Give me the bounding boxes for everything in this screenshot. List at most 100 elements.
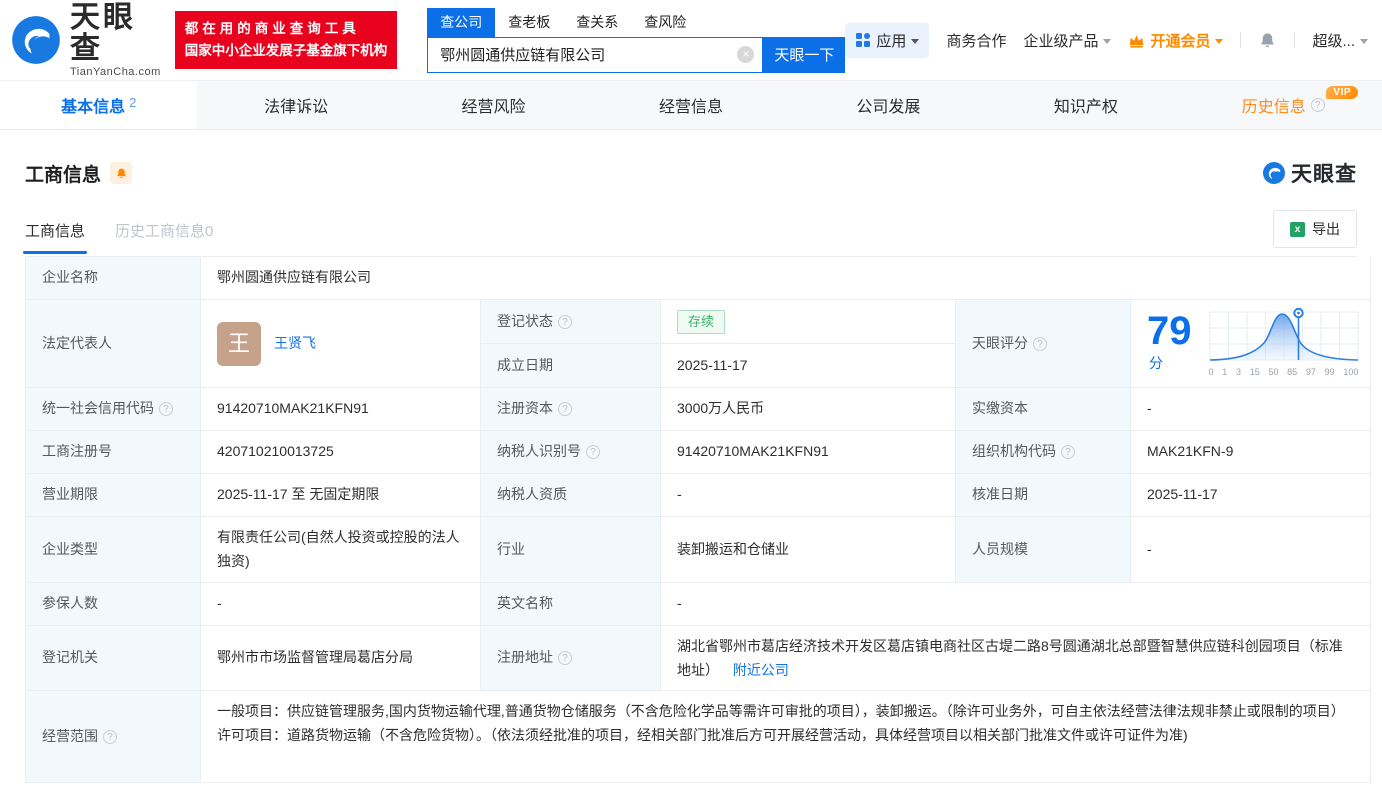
search-tab-risk[interactable]: 查风险 [631, 8, 699, 37]
label-text: 天眼评分 [972, 332, 1028, 356]
field-value-company-type: 有限责任公司(自然人投资或控股的法人独资) [201, 517, 481, 583]
export-button[interactable]: 导出 [1273, 210, 1357, 248]
export-label: 导出 [1312, 219, 1340, 239]
help-icon[interactable] [103, 730, 117, 744]
tick-label: 99 [1325, 365, 1335, 380]
vip-badge: VIP [1326, 86, 1358, 99]
field-label-staff-size: 人员规模 [956, 517, 1131, 583]
tab-history-info[interactable]: VIP 历史信息 [1185, 81, 1382, 129]
field-value-legal-rep: 王 王贤飞 [201, 300, 481, 388]
score-curve [1208, 306, 1360, 364]
notification-bell[interactable] [1258, 31, 1277, 50]
chevron-down-icon [911, 39, 919, 44]
legal-rep-link[interactable]: 王贤飞 [274, 332, 316, 356]
label-text: 登记状态 [497, 310, 553, 334]
help-icon[interactable] [558, 402, 572, 416]
field-label-establish-date: 成立日期 [481, 344, 661, 388]
business-info-table: 企业名称 鄂州圆通供应链有限公司 法定代表人 王 王贤飞 登记状态 存续 天眼评… [25, 256, 1357, 783]
nav-enterprise-label: 企业级产品 [1023, 30, 1098, 51]
help-icon[interactable] [558, 651, 572, 665]
search-tab-boss[interactable]: 查老板 [495, 8, 563, 37]
tick-label: 3 [1236, 365, 1241, 380]
field-value-english-name: - [661, 583, 1371, 626]
tab-label: 经营信息 [659, 93, 723, 117]
field-value-establish-date: 2025-11-17 [661, 344, 956, 388]
status-badge: 存续 [677, 310, 725, 334]
nav-apps[interactable]: 应用 [845, 23, 929, 58]
field-value-industry: 装卸搬运和仓储业 [661, 517, 956, 583]
nav-super-vip[interactable]: 超级... [1312, 30, 1368, 51]
monitor-bell-button[interactable] [110, 162, 132, 184]
nav-enterprise-product[interactable]: 企业级产品 [1023, 30, 1111, 51]
tab-operation-risk[interactable]: 经营风险 [395, 81, 592, 129]
tick-label: 85 [1287, 365, 1297, 380]
tab-legal-lawsuits[interactable]: 法律诉讼 [197, 81, 394, 129]
company-page-tabs: 基本信息 2 法律诉讼 经营风险 经营信息 公司发展 知识产权 VIP 历史信息 [0, 80, 1382, 130]
label-text: 经营范围 [42, 725, 98, 749]
tab-label: 经营风险 [462, 93, 526, 117]
section-title: 工商信息 [25, 160, 101, 187]
tab-operation-info[interactable]: 经营信息 [592, 81, 789, 129]
search-input[interactable] [440, 46, 737, 63]
nav-business-coop[interactable]: 商务合作 [946, 30, 1006, 51]
help-icon[interactable] [558, 315, 572, 329]
help-icon[interactable] [1311, 98, 1325, 112]
tab-basic-info[interactable]: 基本信息 2 [0, 81, 197, 129]
help-icon[interactable] [1033, 337, 1047, 351]
score-number: 79分 [1147, 311, 1192, 376]
chevron-down-icon [1215, 39, 1223, 44]
divider [1294, 32, 1295, 48]
field-label-insured: 参保人数 [26, 583, 201, 626]
field-label-reg-capital: 注册资本 [481, 388, 661, 431]
field-label-taxpayer-id: 纳税人识别号 [481, 431, 661, 474]
top-header: 天眼查 TianYanCha.com 都在用的商业查询工具 国家中小企业发展子基… [0, 0, 1382, 80]
legal-rep-avatar[interactable]: 王 [217, 322, 261, 366]
tab-label: 法律诉讼 [264, 93, 328, 117]
tab-intellectual-property[interactable]: 知识产权 [987, 81, 1184, 129]
label-text: 纳税人识别号 [497, 440, 581, 464]
bell-icon [115, 167, 128, 180]
field-label-legal-rep: 法定代表人 [26, 300, 201, 388]
help-icon[interactable] [586, 445, 600, 459]
tick-label: 1 [1222, 365, 1227, 380]
search-button[interactable]: 天眼一下 [763, 37, 845, 73]
score-chart-ticks: 0131550859799100 [1208, 365, 1360, 380]
field-label-score: 天眼评分 [956, 300, 1131, 388]
chevron-down-icon [1103, 39, 1111, 44]
clear-search-icon[interactable] [737, 46, 754, 63]
promo-line-1: 都在用的商业查询工具 [185, 18, 388, 40]
nav-open-vip[interactable]: 开通会员 [1128, 30, 1223, 51]
logo-swirl-icon [10, 14, 62, 66]
tianyancha-logo[interactable]: 天眼查 TianYanCha.com [10, 2, 161, 79]
field-label-business-scope: 经营范围 [26, 691, 201, 783]
nav-vip-label: 开通会员 [1150, 30, 1210, 51]
nearby-companies-link[interactable]: 附近公司 [733, 662, 789, 678]
divider [1240, 32, 1241, 48]
field-label-taxpayer-quality: 纳税人资质 [481, 474, 661, 517]
field-value-business-scope: 一般项目：供应链管理服务,国内货物运输代理,普通货物仓储服务（不含危险化学品等需… [201, 691, 1371, 783]
apps-grid-icon [855, 32, 871, 48]
tab-company-development[interactable]: 公司发展 [790, 81, 987, 129]
subtab-business-info[interactable]: 工商信息 [25, 220, 85, 254]
field-value-taxpayer-quality: - [661, 474, 956, 517]
subtab-history-business-info[interactable]: 历史工商信息0 [115, 220, 213, 254]
main-content: 工商信息 天眼查 工商信息 历史工商信息0 导出 企业名称 鄂州圆通供应链有限公 [0, 158, 1382, 783]
help-icon[interactable] [159, 402, 173, 416]
field-label-org-code: 组织机构代码 [956, 431, 1131, 474]
tab-label: 公司发展 [856, 93, 920, 117]
field-label-reg-status: 登记状态 [481, 300, 661, 344]
field-label-reg-number: 工商注册号 [26, 431, 201, 474]
help-icon[interactable] [1061, 445, 1075, 459]
excel-icon [1290, 222, 1305, 237]
top-nav: 应用 商务合作 企业级产品 开通会员 超级... [845, 23, 1368, 58]
tab-label: 知识产权 [1054, 93, 1118, 117]
search-tab-company[interactable]: 查公司 [427, 8, 495, 37]
nav-apps-label: 应用 [876, 30, 906, 51]
brand-name: 天眼查 [70, 2, 161, 65]
crown-icon [1128, 33, 1145, 48]
tab-label: 基本信息 [61, 93, 125, 117]
search-tab-relation[interactable]: 查关系 [563, 8, 631, 37]
field-label-english-name: 英文名称 [481, 583, 661, 626]
field-label-company-type: 企业类型 [26, 517, 201, 583]
score-distribution-chart: 0131550859799100 [1208, 306, 1360, 380]
